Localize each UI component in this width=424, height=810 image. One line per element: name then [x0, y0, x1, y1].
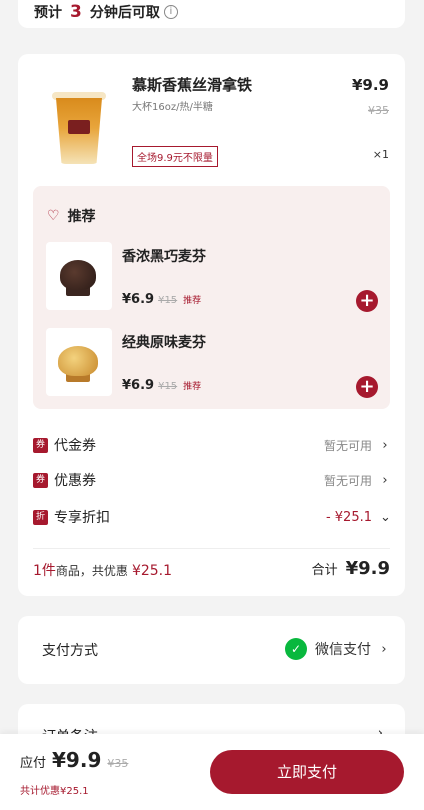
checkout-bar: 应付 ¥9.9 ¥35 共计优惠¥25.1 立即支付: [0, 734, 424, 810]
pickup-card: 预计 3 分钟后可取 i: [18, 0, 405, 28]
wechat-icon: ✓: [285, 638, 307, 660]
discount-row[interactable]: 折 专享折扣 - ¥25.1 ⌄: [33, 506, 391, 528]
recommend-title-text: 推荐: [67, 209, 96, 225]
product-image: [50, 90, 108, 170]
payment-method-label: 支付方式: [42, 643, 98, 659]
product-spec: 大杯16oz/热/半糖: [132, 102, 213, 113]
pickup-prefix: 预计: [34, 5, 62, 21]
coupon-label: 优惠券: [54, 473, 96, 489]
pickup-minutes: 3: [70, 2, 82, 22]
recommend-item-name: 经典原味麦芬: [122, 335, 206, 351]
chevron-right-icon: ›: [382, 472, 388, 488]
item-count: 1件: [33, 563, 56, 579]
chevron-down-icon: ⌄: [380, 509, 391, 525]
recommend-title: ♡ 推荐: [47, 206, 96, 226]
discount-icon: 折: [33, 509, 48, 525]
product-name: 慕斯香蕉丝滑拿铁: [132, 76, 253, 94]
summary-text: 商品，共优惠: [55, 564, 128, 578]
coupon-value: 暂无可用: [323, 473, 372, 488]
product-quantity: ×1: [372, 148, 389, 161]
order-total: 合计 ¥9.9: [312, 558, 390, 579]
info-icon[interactable]: i: [163, 5, 178, 19]
payment-method-card[interactable]: 支付方式 ✓ 微信支付 ›: [18, 616, 405, 684]
recommend-item-original-price: ¥15: [158, 295, 178, 306]
promo-tag: 全场9.9元不限量: [132, 146, 218, 167]
recommend-item-price-row: ¥6.9 ¥15 推荐: [122, 378, 201, 393]
recommend-item-label: 推荐: [183, 296, 202, 306]
recommend-item[interactable]: 香浓黑巧麦芬 ¥6.9 ¥15 推荐 +: [46, 242, 378, 314]
heart-icon: ♡: [47, 208, 60, 224]
recommend-item[interactable]: 经典原味麦芬 ¥6.9 ¥15 推荐 +: [46, 328, 378, 400]
amount-due-value: ¥9.9: [52, 748, 102, 772]
recommend-item-image: [46, 242, 112, 310]
recommend-item-name: 香浓黑巧麦芬: [122, 249, 206, 265]
summary-discount: ¥25.1: [131, 563, 173, 579]
order-summary: 1件 商品，共优惠 ¥25.1: [33, 560, 172, 580]
total-amount: ¥9.9: [345, 558, 390, 579]
amount-original: ¥35: [107, 757, 129, 770]
recommend-item-price-row: ¥6.9 ¥15 推荐: [122, 292, 201, 307]
amount-due-label: 应付: [20, 756, 47, 771]
divider: [33, 548, 390, 549]
recommend-item-price: ¥6.9: [122, 378, 155, 393]
pickup-suffix: 分钟后可取: [89, 5, 160, 21]
chevron-right-icon: ›: [382, 437, 388, 453]
total-discount: 共计优惠¥25.1: [20, 786, 89, 797]
amount-due: 应付 ¥9.9 ¥35: [20, 748, 128, 772]
voucher-icon: 券: [33, 437, 48, 453]
recommend-item-original-price: ¥15: [158, 381, 178, 392]
cup-logo: [68, 120, 90, 134]
discount-value: - ¥25.1: [325, 509, 372, 525]
recommend-item-price: ¥6.9: [122, 292, 155, 307]
pickup-estimate: 预计 3 分钟后可取 i: [34, 2, 178, 22]
voucher-value: 暂无可用: [323, 438, 372, 453]
voucher-row[interactable]: 券 代金券 暂无可用 ›: [33, 434, 390, 456]
muffin-top: [60, 260, 96, 290]
chevron-right-icon: ›: [381, 641, 387, 657]
recommend-section: ♡ 推荐 香浓黑巧麦芬 ¥6.9 ¥15 推荐 + 经典原味麦芬 ¥6.9 ¥1…: [33, 186, 390, 409]
voucher-label: 代金券: [54, 438, 96, 454]
order-card: 慕斯香蕉丝滑拿铁 大杯16oz/热/半糖 ¥9.9 ¥35 全场9.9元不限量 …: [18, 54, 405, 596]
add-button[interactable]: +: [356, 290, 378, 312]
recommend-item-image: [46, 328, 112, 396]
muffin-top: [58, 346, 98, 376]
add-button[interactable]: +: [356, 376, 378, 398]
total-label: 合计: [311, 563, 338, 578]
payment-method-selector[interactable]: ✓ 微信支付 ›: [285, 638, 389, 660]
pay-now-button[interactable]: 立即支付: [210, 750, 404, 794]
payment-method-value: 微信支付: [315, 642, 371, 658]
coupon-icon: 券: [33, 472, 48, 488]
discount-label: 专享折扣: [54, 510, 110, 526]
product-price: ¥9.9: [351, 76, 389, 94]
recommend-item-label: 推荐: [183, 382, 202, 392]
coupon-row[interactable]: 券 优惠券 暂无可用 ›: [33, 469, 390, 491]
product-original-price: ¥35: [368, 104, 389, 117]
